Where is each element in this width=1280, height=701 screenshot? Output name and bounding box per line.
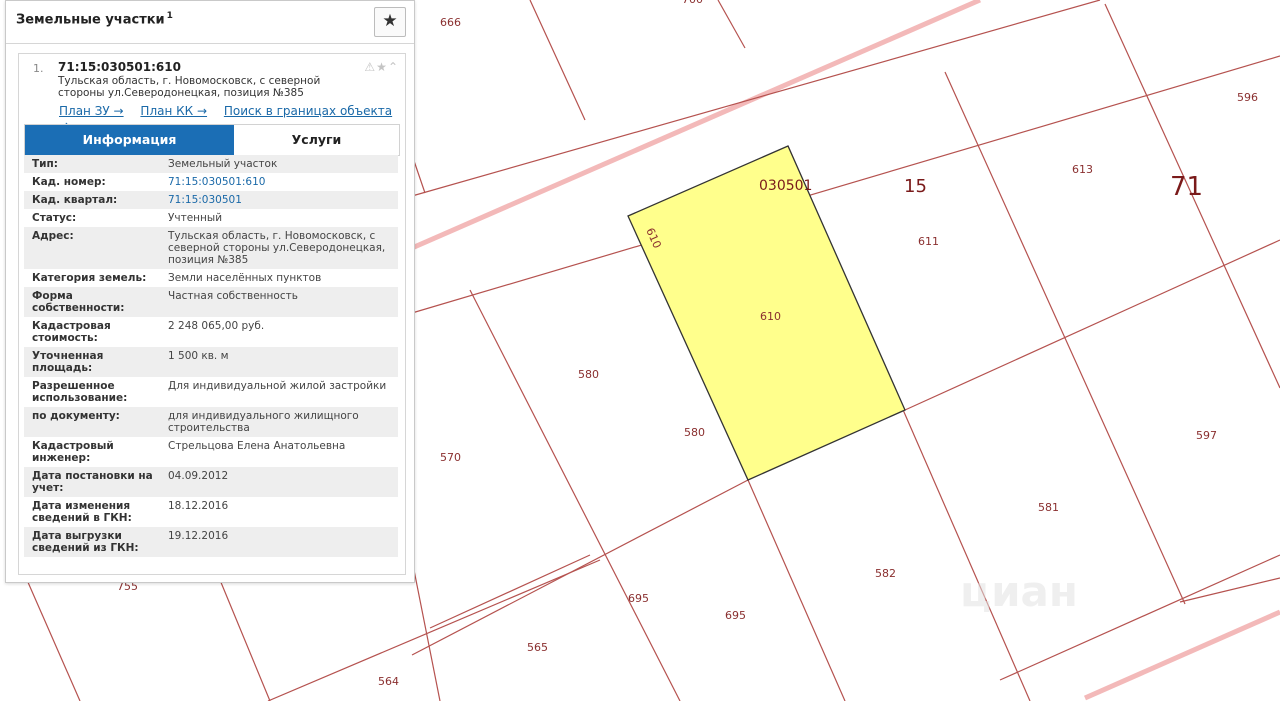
parcel-number-label: 613 bbox=[1072, 163, 1093, 176]
star-icon: ★ bbox=[382, 11, 398, 31]
parcel-number-label: 611 bbox=[918, 235, 939, 248]
plan-kk-link[interactable]: План КК → bbox=[140, 104, 207, 118]
region-label: 71 bbox=[1170, 172, 1203, 202]
parcel-boundary bbox=[26, 579, 81, 701]
parcel-number-label: 564 bbox=[378, 675, 399, 688]
info-key: Адрес: bbox=[32, 230, 74, 242]
info-key: Категория земель: bbox=[32, 272, 147, 284]
road-line-bottom bbox=[1083, 609, 1280, 701]
info-key: по документу: bbox=[32, 410, 120, 422]
panel-header: Земельные участки 1 ★ bbox=[6, 1, 414, 44]
info-key: Форма собственности: bbox=[32, 290, 125, 314]
parcel-boundary bbox=[529, 0, 586, 121]
info-key: Дата изменения сведений в ГКН: bbox=[32, 500, 132, 524]
parcel-boundary bbox=[469, 289, 681, 701]
quarter-label: 030501 bbox=[759, 178, 812, 194]
info-key: Кадастровая стоимость: bbox=[32, 320, 111, 344]
info-value: для индивидуального жилищного строительс… bbox=[168, 410, 359, 434]
warning-icon[interactable]: ⚠ bbox=[364, 60, 376, 74]
info-key: Дата выгрузки сведений из ГКН: bbox=[32, 530, 139, 554]
info-row: Кадастровая стоимость: 2 248 065,00 руб. bbox=[24, 317, 398, 347]
info-row: Адрес: Тульская область, г. Новомосковск,… bbox=[24, 227, 398, 269]
parcel-number-label: 570 bbox=[440, 451, 461, 464]
parcel-number-label: 565 bbox=[527, 641, 548, 654]
info-row: Статус: Учтенный bbox=[24, 209, 398, 227]
district-label: 15 bbox=[904, 176, 927, 197]
info-key: Тип: bbox=[32, 158, 58, 170]
plan-zu-link[interactable]: План ЗУ → bbox=[59, 104, 124, 118]
parcel-number-label: 596 bbox=[1237, 91, 1258, 104]
info-value: 18.12.2016 bbox=[168, 500, 229, 512]
info-value: 04.09.2012 bbox=[168, 470, 229, 482]
info-row: по документу: для индивидуального жилищно… bbox=[24, 407, 398, 437]
info-value: Тульская область, г. Новомосковск, с сев… bbox=[168, 230, 386, 266]
item-actions: ⚠★⌃ bbox=[364, 60, 399, 74]
parcel-number-label: 666 bbox=[440, 16, 461, 29]
parcel-number-label: 582 bbox=[875, 567, 896, 580]
info-value: 19.12.2016 bbox=[168, 530, 229, 542]
parcel-number-label: 580 bbox=[684, 426, 705, 439]
parcel-boundary bbox=[219, 579, 271, 701]
info-row: Дата выгрузки сведений из ГКН: 19.12.2016 bbox=[24, 527, 398, 557]
parcel-boundary bbox=[411, 559, 441, 701]
parcel-boundary bbox=[717, 0, 746, 49]
info-key: Статус: bbox=[32, 212, 77, 224]
info-row: Уточненная площадь: 1 500 кв. м bbox=[24, 347, 398, 377]
parcel-number-label: 695 bbox=[628, 592, 649, 605]
info-row: Дата изменения сведений в ГКН: 18.12.2016 bbox=[24, 497, 398, 527]
info-row: Кадастровый инженер: Стрельцова Елена Ана… bbox=[24, 437, 398, 467]
street-edge-lower bbox=[411, 55, 1280, 314]
chevron-up-icon[interactable]: ⌃ bbox=[388, 60, 399, 74]
selected-parcel-label: 610 bbox=[760, 310, 781, 323]
info-value: Частная собственность bbox=[168, 290, 298, 302]
tab-bar: Информация Услуги bbox=[24, 124, 400, 156]
info-key: Кад. номер: bbox=[32, 176, 106, 188]
info-row: Кад. квартал: 71:15:030501 bbox=[24, 191, 398, 209]
panel-title-text: Земельные участки bbox=[16, 12, 165, 28]
parcel-number-label: 695 bbox=[725, 609, 746, 622]
result-item: 1. 71:15:030501:610 ⚠★⌃ Тульская область… bbox=[18, 53, 406, 575]
item-address: Тульская область, г. Новомосковск, с сев… bbox=[58, 75, 321, 99]
watermark-logo: циан bbox=[960, 567, 1078, 616]
info-row: Форма собственности: Частная собственност… bbox=[24, 287, 398, 317]
results-count: 1 bbox=[166, 11, 173, 21]
item-cad-number[interactable]: 71:15:030501:610 bbox=[58, 60, 181, 74]
info-key: Уточненная площадь: bbox=[32, 350, 104, 374]
info-key: Кадастровый инженер: bbox=[32, 440, 114, 464]
info-key: Дата постановки на учет: bbox=[32, 470, 153, 494]
parcel-boundary bbox=[429, 554, 591, 629]
info-value: Земельный участок bbox=[168, 158, 278, 170]
tab-information[interactable]: Информация bbox=[25, 125, 234, 155]
info-key: Разрешенное использование: bbox=[32, 380, 128, 404]
cad-quarter-link[interactable]: 71:15:030501 bbox=[154, 194, 398, 206]
parcel-boundary bbox=[1179, 577, 1280, 603]
item-number: 1. bbox=[33, 62, 44, 75]
info-value: 1 500 кв. м bbox=[168, 350, 229, 362]
info-row: Тип: Земельный участок bbox=[24, 155, 398, 173]
info-row: Дата постановки на учет: 04.09.2012 bbox=[24, 467, 398, 497]
info-table: Тип: Земельный участок Кад. номер: 71:15:0… bbox=[24, 155, 398, 557]
tab-services[interactable]: Услуги bbox=[234, 125, 399, 155]
parcel-boundary bbox=[904, 239, 1280, 411]
info-value: Для индивидуальной жилой застройки bbox=[168, 380, 387, 392]
info-row: Категория земель: Земли населённых пункто… bbox=[24, 269, 398, 287]
parcel-number-label: 581 bbox=[1038, 501, 1059, 514]
star-outline-icon[interactable]: ★ bbox=[376, 60, 388, 74]
parcel-number-label: 580 bbox=[578, 368, 599, 381]
land-plots-panel: Земельные участки 1 ★ 1. 71:15:030501:610… bbox=[5, 0, 415, 583]
parcel-number-label: 597 bbox=[1196, 429, 1217, 442]
info-value: Земли населённых пунктов bbox=[168, 272, 322, 284]
info-row: Разрешенное использование: Для индивидуал… bbox=[24, 377, 398, 407]
parcel-boundary bbox=[747, 479, 846, 701]
info-key: Кад. квартал: bbox=[32, 194, 118, 206]
cad-number-link[interactable]: 71:15:030501:610 bbox=[154, 176, 398, 188]
info-row: Кад. номер: 71:15:030501:610 bbox=[24, 173, 398, 191]
info-value: Учтенный bbox=[168, 212, 223, 224]
info-value: 2 248 065,00 руб. bbox=[168, 320, 265, 332]
info-value: Стрельцова Елена Анатольевна bbox=[168, 440, 346, 452]
favorite-button[interactable]: ★ bbox=[374, 7, 406, 37]
parcel-number-label: 700 bbox=[682, 0, 703, 6]
panel-title: Земельные участки 1 bbox=[16, 11, 173, 27]
